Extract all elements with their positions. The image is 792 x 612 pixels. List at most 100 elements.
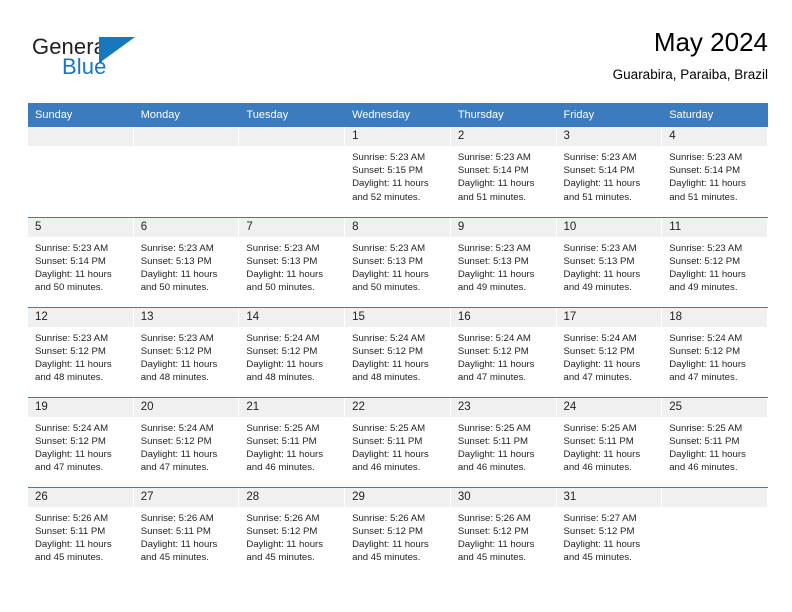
calendar-day-cell[interactable]: 9 Sunrise: 5:23 AM Sunset: 5:13 PM Daylight… <box>450 216 557 307</box>
calendar-day-cell[interactable]: 6 Sunrise: 5:23 AM Sunset: 5:13 PM Daylight… <box>133 216 240 307</box>
daylight-text-line2: and 52 minutes. <box>352 191 421 203</box>
calendar-day-cell[interactable]: 29 Sunrise: 5:26 AM Sunset: 5:12 PM Dayligh… <box>345 486 451 577</box>
day-sun-info: Sunrise: 5:24 AM Sunset: 5:12 PM Daylight:… <box>662 327 768 385</box>
day-number: 8 <box>345 217 451 237</box>
sunset-text: Sunset: 5:13 PM <box>246 255 318 267</box>
calendar-day-cell[interactable]: 28 Sunrise: 5:26 AM Sunset: 5:12 PM Dayligh… <box>239 486 346 577</box>
sunset-text: Sunset: 5:12 PM <box>669 255 741 267</box>
calendar-day-cell[interactable]: 15 Sunrise: 5:24 AM Sunset: 5:12 PM Dayligh… <box>345 306 451 397</box>
calendar-week-row: 12 Sunrise: 5:23 AM Sunset: 5:12 PM Dayligh… <box>28 306 768 397</box>
weekday-header-saturday: Saturday <box>662 103 768 127</box>
daylight-text-line1: Daylight: 11 hours <box>563 538 641 550</box>
day-sun-info: Sunrise: 5:25 AM Sunset: 5:11 PM Daylight:… <box>239 417 345 475</box>
calendar-day-cell[interactable]: 4 Sunrise: 5:23 AM Sunset: 5:14 PM Daylight… <box>662 127 768 217</box>
day-number: 25 <box>662 397 768 417</box>
page-subtitle-location: Guarabira, Paraiba, Brazil <box>612 66 768 82</box>
day-sun-info: Sunrise: 5:26 AM Sunset: 5:12 PM Daylight:… <box>451 507 557 565</box>
calendar-day-cell[interactable]: 14 Sunrise: 5:24 AM Sunset: 5:12 PM Dayligh… <box>239 306 346 397</box>
sunrise-text: Sunrise: 5:25 AM <box>669 422 743 434</box>
calendar-day-cell[interactable]: 21 Sunrise: 5:25 AM Sunset: 5:11 PM Dayligh… <box>239 396 346 487</box>
sunset-text: Sunset: 5:14 PM <box>669 165 741 177</box>
daylight-text-line1: Daylight: 11 hours <box>35 358 112 370</box>
calendar-day-cell[interactable]: 10 Sunrise: 5:23 AM Sunset: 5:13 PM Dayligh… <box>556 216 663 307</box>
daylight-text-line1: Daylight: 11 hours <box>669 178 746 190</box>
sunset-text: Sunset: 5:13 PM <box>352 255 424 267</box>
weekday-header-wednesday: Wednesday <box>345 103 451 127</box>
sunset-text: Sunset: 5:11 PM <box>35 525 106 537</box>
sunrise-text: Sunrise: 5:25 AM <box>563 422 637 434</box>
calendar-day-cell[interactable]: 31 Sunrise: 5:27 AM Sunset: 5:12 PM Dayligh… <box>556 486 663 577</box>
sunrise-text: Sunrise: 5:25 AM <box>457 422 531 434</box>
daylight-text-line2: and 46 minutes. <box>563 462 632 474</box>
calendar-day-cell[interactable]: 18 Sunrise: 5:24 AM Sunset: 5:12 PM Dayligh… <box>662 306 768 397</box>
calendar-day-cell[interactable]: 11 Sunrise: 5:23 AM Sunset: 5:12 PM Dayligh… <box>662 216 768 307</box>
calendar-day-cell[interactable]: 16 Sunrise: 5:24 AM Sunset: 5:12 PM Dayligh… <box>450 306 557 397</box>
calendar-day-cell[interactable]: 25 Sunrise: 5:25 AM Sunset: 5:11 PM Dayligh… <box>662 396 768 487</box>
sunrise-sunset-calendar: Sunday Monday Tuesday Wednesday Thursday… <box>28 103 768 577</box>
calendar-day-cell[interactable]: 26 Sunrise: 5:26 AM Sunset: 5:11 PM Dayligh… <box>28 486 134 577</box>
daylight-text-line2: and 47 minutes. <box>140 462 209 474</box>
calendar-day-cell[interactable]: 1 Sunrise: 5:23 AM Sunset: 5:15 PM Daylight… <box>345 127 451 217</box>
sunrise-text: Sunrise: 5:23 AM <box>563 152 637 163</box>
calendar-day-cell[interactable]: 19 Sunrise: 5:24 AM Sunset: 5:12 PM Dayligh… <box>28 396 134 487</box>
calendar-day-cell-empty <box>662 486 768 577</box>
calendar-week-row: 19 Sunrise: 5:24 AM Sunset: 5:12 PM Dayligh… <box>28 396 768 487</box>
daylight-text-line1: Daylight: 11 hours <box>352 538 429 550</box>
day-number: 5 <box>28 217 134 237</box>
day-number: 24 <box>556 397 663 417</box>
calendar-day-cell[interactable]: 5 Sunrise: 5:23 AM Sunset: 5:14 PM Daylight… <box>28 216 134 307</box>
day-sun-info: Sunrise: 5:23 AM Sunset: 5:14 PM Daylight:… <box>662 146 768 204</box>
sunset-text: Sunset: 5:12 PM <box>563 345 635 357</box>
calendar-day-cell[interactable]: 27 Sunrise: 5:26 AM Sunset: 5:11 PM Dayligh… <box>133 486 240 577</box>
day-sun-info: Sunrise: 5:26 AM Sunset: 5:11 PM Daylight:… <box>28 507 134 565</box>
sunset-text: Sunset: 5:11 PM <box>669 435 740 447</box>
sunrise-text: Sunrise: 5:23 AM <box>35 242 109 254</box>
daylight-text-line1: Daylight: 11 hours <box>669 448 746 460</box>
day-number: 27 <box>133 487 240 507</box>
calendar-day-cell[interactable]: 13 Sunrise: 5:23 AM Sunset: 5:12 PM Dayligh… <box>133 306 240 397</box>
sunrise-text: Sunrise: 5:23 AM <box>352 152 426 163</box>
day-number <box>239 127 346 146</box>
calendar-day-cell[interactable]: 8 Sunrise: 5:23 AM Sunset: 5:13 PM Daylight… <box>345 216 451 307</box>
calendar-day-cell[interactable]: 23 Sunrise: 5:25 AM Sunset: 5:11 PM Dayligh… <box>450 396 557 487</box>
daylight-text-line2: and 49 minutes. <box>669 282 738 294</box>
sunset-text: Sunset: 5:12 PM <box>669 345 741 357</box>
daylight-text-line2: and 45 minutes. <box>140 552 209 564</box>
calendar-day-cell[interactable]: 30 Sunrise: 5:26 AM Sunset: 5:12 PM Dayligh… <box>450 486 557 577</box>
calendar-day-cell[interactable]: 3 Sunrise: 5:23 AM Sunset: 5:14 PM Daylight… <box>556 127 663 217</box>
daylight-text-line2: and 46 minutes. <box>246 462 315 474</box>
calendar-day-cell[interactable]: 20 Sunrise: 5:24 AM Sunset: 5:12 PM Dayligh… <box>133 396 240 487</box>
day-number: 3 <box>556 127 663 146</box>
day-number: 1 <box>345 127 451 146</box>
sunset-text: Sunset: 5:12 PM <box>352 345 424 357</box>
day-number: 9 <box>450 217 557 237</box>
daylight-text-line2: and 48 minutes. <box>246 372 315 384</box>
calendar-day-cell[interactable]: 7 Sunrise: 5:23 AM Sunset: 5:13 PM Daylight… <box>239 216 346 307</box>
sunset-text: Sunset: 5:12 PM <box>352 525 424 537</box>
day-number: 13 <box>133 307 240 327</box>
daylight-text-line1: Daylight: 11 hours <box>563 448 641 460</box>
calendar-header-row: Sunday Monday Tuesday Wednesday Thursday… <box>28 103 768 127</box>
sunset-text: Sunset: 5:12 PM <box>140 345 212 357</box>
sunset-text: Sunset: 5:11 PM <box>563 435 634 447</box>
daylight-text-line1: Daylight: 11 hours <box>669 358 746 370</box>
day-sun-info: Sunrise: 5:24 AM Sunset: 5:12 PM Daylight:… <box>134 417 240 475</box>
calendar-day-cell[interactable]: 2 Sunrise: 5:23 AM Sunset: 5:14 PM Daylight… <box>450 127 557 217</box>
daylight-text-line2: and 50 minutes. <box>246 282 315 294</box>
weekday-header-monday: Monday <box>133 103 240 127</box>
calendar-day-cell[interactable]: 17 Sunrise: 5:24 AM Sunset: 5:12 PM Dayligh… <box>556 306 663 397</box>
daylight-text-line1: Daylight: 11 hours <box>457 538 535 550</box>
sunset-text: Sunset: 5:13 PM <box>563 255 635 267</box>
sunset-text: Sunset: 5:12 PM <box>246 525 318 537</box>
daylight-text-line2: and 47 minutes. <box>669 372 738 384</box>
sunset-text: Sunset: 5:15 PM <box>352 165 424 177</box>
daylight-text-line1: Daylight: 11 hours <box>563 358 641 370</box>
daylight-text-line1: Daylight: 11 hours <box>457 178 535 190</box>
daylight-text-line1: Daylight: 11 hours <box>457 268 535 280</box>
sunset-text: Sunset: 5:11 PM <box>352 435 423 447</box>
general-blue-logo[interactable]: General Blue <box>32 36 162 88</box>
calendar-day-cell[interactable]: 22 Sunrise: 5:25 AM Sunset: 5:11 PM Dayligh… <box>345 396 451 487</box>
daylight-text-line1: Daylight: 11 hours <box>246 448 324 460</box>
calendar-day-cell[interactable]: 12 Sunrise: 5:23 AM Sunset: 5:12 PM Dayligh… <box>28 306 134 397</box>
calendar-day-cell[interactable]: 24 Sunrise: 5:25 AM Sunset: 5:11 PM Dayligh… <box>556 396 663 487</box>
